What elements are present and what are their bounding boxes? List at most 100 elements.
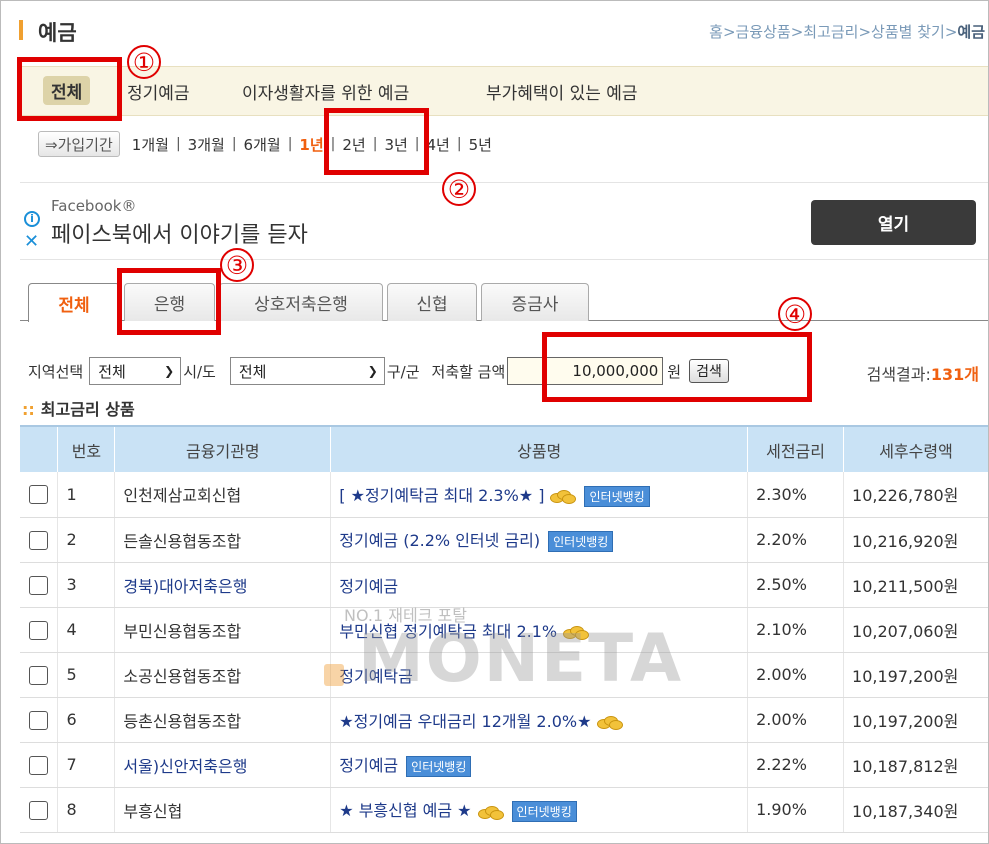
tab-bank[interactable]: 은행 [124, 283, 215, 321]
period-5y[interactable]: 5년 [469, 134, 492, 155]
row-check-cell [20, 562, 59, 608]
row-checkbox[interactable] [29, 710, 49, 730]
after-tax-amount: 10,211,500원 [843, 562, 989, 608]
product-name-link[interactable]: [ ★정기예탁금 최대 2.3%★ ] [339, 486, 544, 505]
tab-savings-bank[interactable]: 상호저축은행 [219, 283, 383, 321]
sido-value: 전체 [98, 362, 126, 381]
product-name-link[interactable]: ★ 부흥신협 예금 ★ [339, 801, 471, 820]
row-checkbox[interactable] [29, 755, 49, 775]
tab-all[interactable]: 전체 [28, 283, 120, 322]
ad-message[interactable]: 페이스북에서 이야기를 듣자 [51, 217, 308, 249]
internet-banking-badge: 인터넷뱅킹 [584, 485, 650, 507]
row-checkbox[interactable] [29, 575, 49, 595]
amount-input[interactable] [507, 357, 664, 385]
period-2y[interactable]: 2년 [342, 134, 365, 155]
institution-name-text[interactable]: 서울)신안저축은행 [123, 757, 247, 776]
coin-icon [477, 805, 504, 820]
product-cell: ★ 부흥신협 예금 ★ 인터넷뱅킹 [330, 787, 749, 833]
row-number: 8 [57, 787, 116, 833]
close-icon[interactable]: ✕ [24, 231, 39, 252]
period-3m[interactable]: 3개월 [188, 134, 225, 155]
product-name-link[interactable]: 정기예금 (2.2% 인터넷 금리) [339, 531, 540, 550]
pre-tax-rate: 2.10% [747, 607, 845, 653]
search-button[interactable]: 검색 [689, 359, 729, 383]
info-icon[interactable]: i [24, 211, 40, 227]
row-number: 5 [57, 652, 116, 698]
period-button[interactable]: ⇒가입기간 [38, 131, 120, 157]
breadcrumb-path[interactable]: 홈>금융상품>최고금리>상품별 찾기> [709, 23, 957, 41]
sido-label: 시/도 [183, 362, 216, 381]
after-tax-amount: 10,187,340원 [843, 787, 989, 833]
row-check-cell [20, 697, 59, 743]
tab-securities[interactable]: 증금사 [481, 283, 589, 321]
row-check-cell [20, 607, 59, 653]
institution-name-text: 든솔신용협동조합 [123, 531, 242, 551]
gugun-label: 구/군 [386, 362, 420, 381]
section-title-text: 최고금리 상품 [40, 400, 135, 419]
header-rate: 세전금리 [747, 425, 845, 472]
row-check-cell [20, 742, 59, 788]
result-label: 검색결과: [866, 365, 931, 384]
row-checkbox[interactable] [29, 620, 49, 640]
product-name-link[interactable]: 부민신협 정기예탁금 최대 2.1% [339, 622, 557, 641]
row-number: 1 [57, 472, 116, 518]
row-checkbox[interactable] [29, 800, 49, 820]
institution-name-text[interactable]: 경북)대아저축은행 [123, 577, 247, 596]
table-header: 번호 금융기관명 상품명 세전금리 세후수령액 [20, 425, 989, 472]
table-row: 2 든솔신용협동조합 정기예금 (2.2% 인터넷 금리) 인터넷뱅킹 2.20% 10,… [20, 517, 989, 563]
search-result: 검색결과:131개 [867, 361, 979, 385]
category-interest-living[interactable]: 이자생활자를 위한 예금 [242, 79, 409, 104]
institution-name: 부흥신협 [114, 787, 332, 833]
product-table: 번호 금융기관명 상품명 세전금리 세후수령액 1 인천제삼교회신협 [ ★정기예탁… [20, 425, 989, 833]
after-tax-amount: 10,216,920원 [843, 517, 989, 563]
row-number: 6 [57, 697, 116, 743]
institution-name: 등촌신용협동조합 [114, 697, 332, 743]
chevron-down-icon: ❯ [367, 364, 378, 378]
row-checkbox[interactable] [29, 530, 49, 550]
period-1y[interactable]: 1년 [299, 134, 323, 155]
period-6m[interactable]: 6개월 [244, 134, 281, 155]
category-fixed-deposit[interactable]: 정기예금 [127, 79, 190, 104]
tab-credit-union[interactable]: 신협 [387, 283, 477, 321]
product-cell: 정기예금 [330, 562, 749, 608]
coin-icon [597, 715, 624, 730]
header-check [20, 425, 59, 472]
gugun-select[interactable]: 전체 ❯ [229, 357, 385, 385]
institution-name[interactable]: 서울)신안저축은행 [114, 742, 332, 788]
ad-open-button[interactable]: 열기 [811, 200, 976, 245]
category-all[interactable]: 전체 [43, 76, 91, 105]
pre-tax-rate: 2.20% [747, 517, 845, 563]
period-1m[interactable]: 1개월 [132, 134, 169, 155]
after-tax-amount: 10,207,060원 [843, 607, 989, 653]
row-number: 4 [57, 607, 116, 653]
section-title: :: 최고금리 상품 [22, 400, 135, 419]
institution-name[interactable]: 경북)대아저축은행 [114, 562, 332, 608]
breadcrumb[interactable]: 홈>금융상품>최고금리>상품별 찾기>예금 [709, 21, 985, 42]
pre-tax-rate: 2.00% [747, 697, 845, 743]
internet-banking-badge: 인터넷뱅킹 [548, 531, 614, 552]
product-cell: ★정기예금 우대금리 12개월 2.0%★ [330, 697, 749, 743]
amount-label: 저축할 금액 [431, 362, 506, 381]
product-name-link[interactable]: ★정기예금 우대금리 12개월 2.0%★ [339, 712, 591, 731]
annotation-number-3: ③ [220, 248, 254, 282]
chevron-down-icon: ❯ [164, 364, 175, 378]
region-label: 지역선택 [28, 362, 84, 381]
product-name-link[interactable]: 정기예금 [339, 577, 398, 596]
sido-select[interactable]: 전체 ❯ [89, 357, 182, 385]
row-checkbox[interactable] [29, 665, 49, 685]
period-3y[interactable]: 3년 [384, 134, 407, 155]
institution-name: 인천제삼교회신협 [114, 472, 332, 518]
product-name-link[interactable]: 정기예탁금 [339, 667, 413, 686]
header-institution: 금융기관명 [114, 425, 332, 472]
pre-tax-rate: 2.50% [747, 562, 845, 608]
annotation-number-4: ④ [778, 297, 812, 331]
product-cell: 부민신협 정기예탁금 최대 2.1% [330, 607, 749, 653]
period-4y[interactable]: 4년 [427, 134, 450, 155]
product-name-link[interactable]: 정기예금 [339, 756, 398, 775]
after-tax-amount: 10,197,200원 [843, 697, 989, 743]
annotation-number-1: ① [127, 45, 161, 79]
row-check-cell [20, 787, 59, 833]
row-checkbox[interactable] [29, 485, 49, 505]
category-extra-benefit[interactable]: 부가혜택이 있는 예금 [486, 79, 638, 104]
institution-name-text: 인천제삼교회신협 [123, 486, 242, 506]
